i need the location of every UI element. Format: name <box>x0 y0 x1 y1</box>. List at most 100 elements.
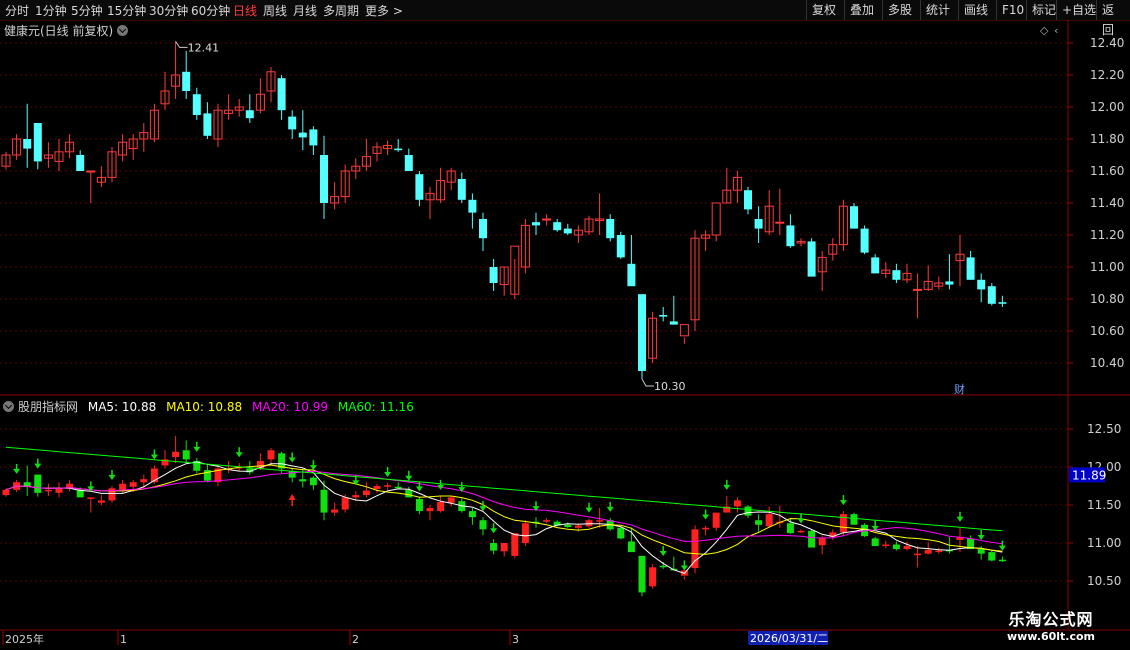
candle-body-down <box>860 228 869 253</box>
candle-body-down <box>309 129 318 146</box>
candle-body-down <box>468 199 477 213</box>
candle-body-down <box>977 279 986 290</box>
main-price-tick: 10.80 <box>1090 292 1124 306</box>
time-label: 2025年 <box>5 632 44 646</box>
candle-body-down <box>277 78 286 111</box>
candle-body-down <box>786 225 795 247</box>
ind-candle-body <box>977 549 985 554</box>
sell-arrow-head <box>585 507 593 513</box>
ind-candle-body <box>543 520 551 522</box>
watermark-title: 乐淘公式网 <box>1008 610 1094 629</box>
ind-candle-body <box>638 555 646 593</box>
ind-candle-body <box>97 500 105 503</box>
candle-body-down <box>892 270 901 280</box>
sell-arrow-head <box>998 545 1006 551</box>
ind-candle-body <box>521 523 529 543</box>
sell-arrow-head <box>405 475 413 481</box>
diamond-icon[interactable]: ◇ <box>1040 24 1049 37</box>
candle-body-down <box>479 219 487 239</box>
ind-candle-body <box>755 520 763 525</box>
ind-candle-body <box>129 482 137 487</box>
ind-candle-body <box>691 529 699 569</box>
candle-body-down <box>998 302 1007 304</box>
candle-body-down <box>415 174 424 200</box>
main-price-tick: 11.00 <box>1090 260 1124 274</box>
ind-candle-body <box>786 523 794 534</box>
ind-candle-body <box>384 485 392 487</box>
chart-canvas[interactable]: 12.40 12.20 12.00 11.80 11.60 11.40 11.20 11.00… <box>0 0 1130 650</box>
candle-body-down <box>394 148 403 151</box>
main-price-tick: 10.40 <box>1090 356 1124 370</box>
ind-candle-body <box>119 483 127 490</box>
time-label: 1 <box>120 633 127 646</box>
ind-candle-body <box>447 497 455 503</box>
ind-candle-body <box>574 525 582 528</box>
ind-candle-body <box>892 544 900 550</box>
candle-body-down <box>616 235 625 258</box>
sell-arrow-head <box>606 506 614 512</box>
main-price-tick: 12.40 <box>1090 36 1124 50</box>
ind-candle-body <box>808 530 816 548</box>
candle-body-down <box>638 294 646 371</box>
ind-candle-body <box>468 511 476 518</box>
time-label: 3 <box>512 633 519 646</box>
ind-candle-body <box>320 489 328 513</box>
ind-candle-body <box>299 479 307 482</box>
main-price-tick: 10.60 <box>1090 324 1124 338</box>
candle-body-down <box>871 257 880 274</box>
candle-body-down <box>404 155 413 171</box>
ind-candle-body <box>172 451 180 458</box>
sell-arrow-head <box>13 468 21 474</box>
ind-candle-body <box>765 514 773 527</box>
ind-candle-body <box>405 489 413 498</box>
candle-body-down <box>489 267 498 283</box>
ind-candle-body <box>437 501 445 512</box>
ind-candle-body <box>818 538 826 546</box>
sell-arrow-head <box>415 486 423 492</box>
ind-candle-body <box>702 527 710 530</box>
ind-candle-body <box>479 520 487 530</box>
low-marker <box>641 378 654 387</box>
candle-body-down <box>563 228 572 234</box>
candle-body-up <box>86 170 96 173</box>
ind-candle-body <box>87 497 95 499</box>
sell-arrow-head <box>659 551 667 556</box>
watermark-url: www.60lt.com <box>1006 630 1096 643</box>
sell-arrow-head <box>108 475 116 480</box>
sell-arrow-head <box>34 463 42 469</box>
finance-badge: 财 <box>954 382 965 396</box>
ind-candle-body <box>998 559 1006 562</box>
indicator-tick: 11.00 <box>1087 536 1121 550</box>
main-price-tick: 11.40 <box>1090 196 1124 210</box>
sell-arrow-head <box>193 446 201 452</box>
candle-body-down <box>754 219 763 229</box>
ma60-line <box>5 446 1003 532</box>
sell-arrow-head <box>384 471 392 477</box>
ind-candle-body <box>426 508 434 512</box>
ind-candle-body <box>914 553 922 556</box>
candle-body-down <box>553 222 562 231</box>
chevron-left-icon[interactable]: ‹ <box>1054 24 1058 37</box>
buy-arrow-head <box>288 494 296 500</box>
ind-candle-body <box>2 489 10 496</box>
candle-body-down <box>744 190 752 210</box>
candle-body-up <box>913 288 923 291</box>
ind-candle-body <box>659 565 667 568</box>
ind-candle-body <box>712 512 720 528</box>
watermark-logo: 乐淘公式网 www.60lt.com <box>988 606 1114 646</box>
candle-body-down <box>23 139 32 149</box>
main-price-tick: 12.00 <box>1090 100 1124 114</box>
candle-body-down <box>245 110 254 119</box>
ind-candle-body <box>871 538 879 547</box>
ind-candle-body <box>182 450 190 460</box>
sell-arrow-head <box>702 514 710 520</box>
sell-arrow-head <box>288 457 296 463</box>
ind-candle-body <box>500 543 508 552</box>
ind-candle-body <box>140 479 148 483</box>
candle-body-down <box>659 315 668 317</box>
ind-candle-body <box>267 450 275 460</box>
candle-body-down <box>320 155 328 203</box>
sell-arrow-head <box>235 452 243 458</box>
indicator-tick: 11.50 <box>1087 498 1121 512</box>
ind-candle-body <box>617 527 625 539</box>
